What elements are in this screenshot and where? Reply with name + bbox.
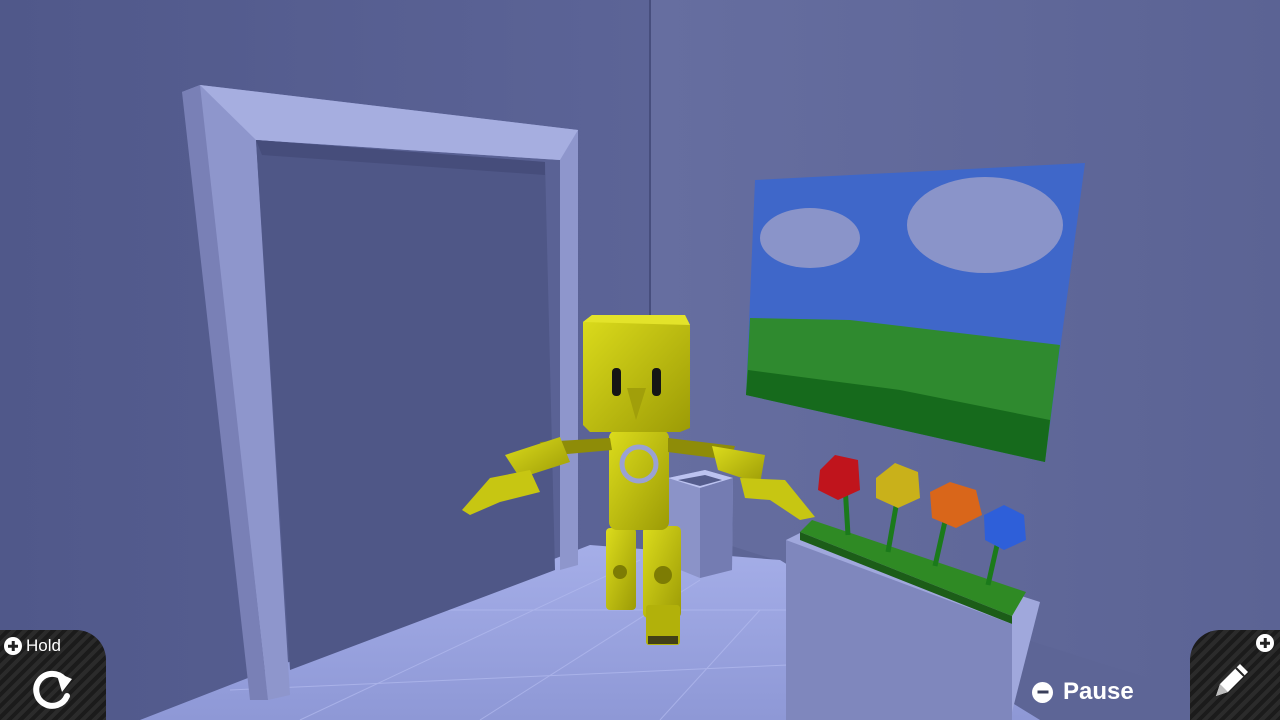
- hold-badge: Hold: [4, 636, 61, 656]
- pause-label: Pause: [1063, 678, 1134, 705]
- rotate-icon[interactable]: [26, 666, 76, 716]
- minus-icon: [1032, 681, 1053, 703]
- pencil-icon[interactable]: [1206, 656, 1256, 706]
- plus-icon: [1256, 634, 1274, 652]
- pause-button[interactable]: Pause: [1032, 678, 1134, 706]
- edit-panel[interactable]: [1190, 630, 1280, 720]
- game-scene: [0, 0, 1280, 720]
- plus-icon: [4, 637, 22, 655]
- hold-rotate-panel[interactable]: Hold: [0, 630, 106, 720]
- hold-label: Hold: [26, 636, 61, 655]
